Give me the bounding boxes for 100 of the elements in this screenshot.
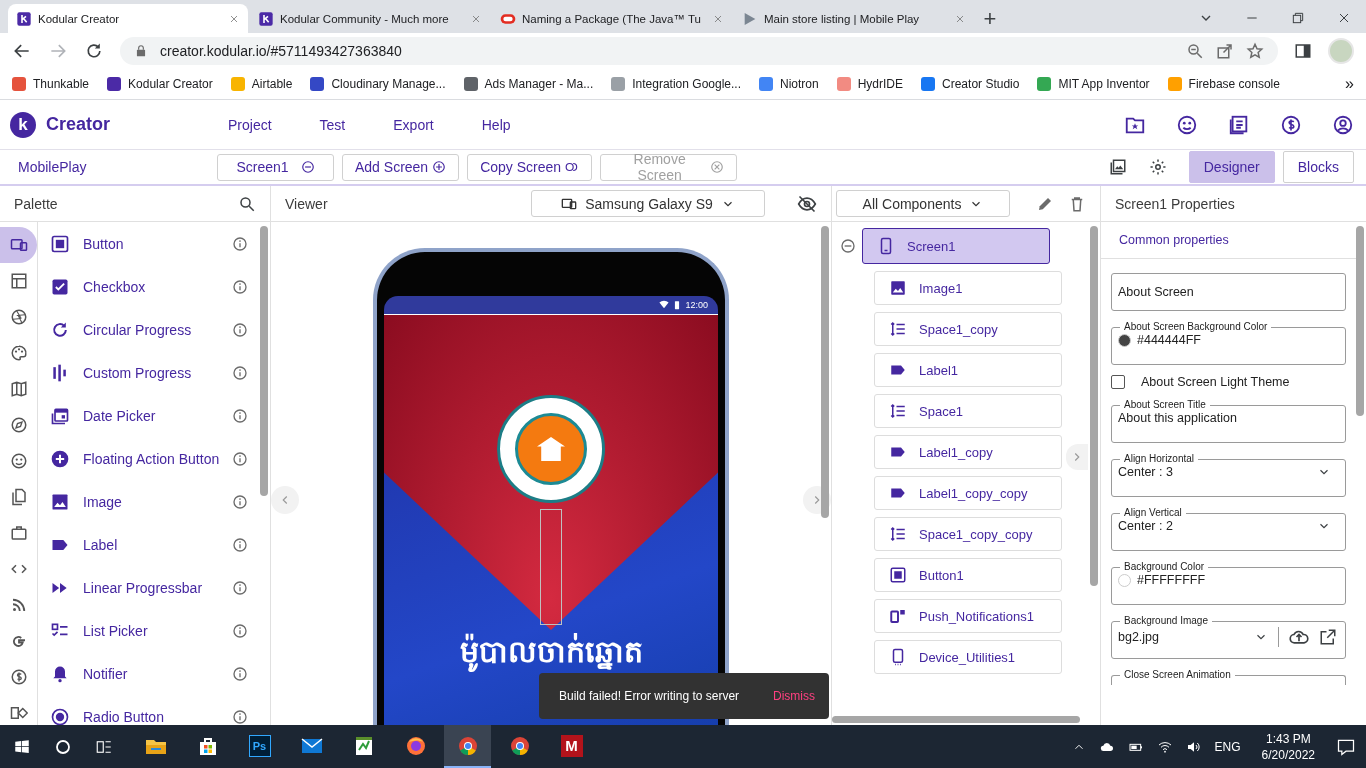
bookmark-link[interactable]: Ads Manager - Ma... — [463, 76, 594, 91]
star-icon[interactable] — [1246, 41, 1264, 60]
tree-item[interactable]: Label1_copy — [874, 435, 1062, 469]
eye-off-icon[interactable] — [797, 193, 817, 214]
device-dropdown[interactable]: Samsung Galaxy S9 — [531, 190, 765, 217]
dollar-icon[interactable] — [1280, 113, 1302, 136]
property-field[interactable]: Close Screen Animation — [1111, 669, 1346, 685]
palette-item[interactable]: Floating Action Button — [83, 450, 220, 467]
palette-item[interactable]: Date Picker — [83, 407, 219, 424]
property-field[interactable]: Align Vertical Center : 2 — [1111, 507, 1346, 551]
collapse-icon[interactable] — [840, 238, 856, 254]
tree-item[interactable]: Space1_copy — [874, 312, 1062, 346]
property-field[interactable]: About Screen Title About this application — [1111, 399, 1346, 443]
menu-item[interactable]: Test — [319, 116, 346, 133]
palette-item[interactable]: Button — [83, 235, 219, 252]
info-icon[interactable] — [232, 407, 248, 424]
browser-tab[interactable]: Naming a Package (The Java™ Tu — [492, 4, 732, 33]
windows-start-icon[interactable] — [13, 737, 31, 756]
bookmark-link[interactable]: Cloudinary Manage... — [310, 76, 446, 91]
mode-tab[interactable]: Designer — [1188, 151, 1275, 183]
palette-item[interactable]: Radio Button — [83, 708, 219, 725]
tree-item[interactable]: Push_Notifications1 — [874, 599, 1062, 633]
bookmark-link[interactable]: Kodular Creator — [107, 76, 213, 91]
taskbar-app[interactable]: Ps — [236, 725, 283, 768]
info-icon[interactable] — [232, 235, 248, 252]
search-icon[interactable] — [238, 194, 256, 213]
tree-item[interactable]: Space1_copy_copy — [874, 517, 1062, 551]
info-icon[interactable] — [232, 364, 248, 381]
info-icon[interactable] — [232, 321, 248, 338]
palette-item[interactable]: Circular Progress — [83, 321, 219, 338]
bookmark-link[interactable]: Creator Studio — [921, 76, 1020, 91]
info-icon[interactable] — [232, 450, 249, 467]
checkbox-label: About Screen Light Theme — [1141, 375, 1290, 389]
plus-circle-icon — [50, 448, 70, 469]
search-icon[interactable] — [54, 737, 72, 756]
browser-tab[interactable]: Kodular Creator — [8, 4, 248, 33]
info-icon[interactable] — [232, 579, 248, 596]
language-indicator[interactable]: ENG — [1214, 739, 1241, 754]
bookmark-link[interactable]: Airtable — [230, 76, 293, 91]
property-field[interactable]: About Screen Background Color #444444FF — [1111, 321, 1346, 365]
tree-item[interactable]: Space1 — [874, 394, 1062, 428]
palette-item[interactable]: Checkbox — [83, 278, 219, 295]
bookmark-link[interactable]: Thunkable — [12, 76, 90, 91]
gallery-icon[interactable] — [1108, 158, 1127, 176]
settings-icon[interactable] — [1148, 158, 1167, 176]
face-icon[interactable] — [1176, 113, 1198, 136]
restore-icon[interactable] — [1290, 10, 1306, 26]
bookmark-link[interactable]: Integration Google... — [611, 76, 741, 91]
screen-action-button[interactable]: Copy Screen — [467, 153, 593, 181]
app-title-text: ម៉ូបាលចាក់ឆ្នោត — [459, 633, 643, 677]
scrollbar[interactable] — [832, 716, 1080, 723]
checkbox[interactable] — [1111, 375, 1125, 389]
dismiss-button[interactable]: Dismiss — [773, 689, 815, 703]
info-icon[interactable] — [232, 278, 248, 295]
menu-item[interactable]: Export — [393, 116, 434, 133]
text-area[interactable]: About Screen — [1111, 273, 1346, 311]
palette-item[interactable]: Label — [83, 536, 219, 553]
menu-item[interactable]: Project — [228, 116, 272, 133]
property-field[interactable]: Background Color #FFFFFFFF — [1111, 561, 1346, 605]
palette-item[interactable]: Image — [83, 493, 219, 510]
address-bar[interactable]: creator.kodular.io/#5711493427363840 — [120, 36, 1278, 65]
tree-item[interactable]: Button1 — [874, 558, 1062, 592]
info-icon[interactable] — [232, 493, 248, 510]
info-icon[interactable] — [232, 622, 248, 639]
browser-tab[interactable]: Kodular Community - Much more — [250, 4, 490, 33]
info-icon[interactable] — [232, 708, 248, 725]
screen-action-button[interactable]: Add Screen — [342, 153, 460, 181]
property-field[interactable]: Background Image bg2.jpg — [1111, 615, 1346, 659]
zoom-out-icon[interactable] — [1186, 41, 1204, 60]
tree-item[interactable]: Label1_copy_copy — [874, 476, 1062, 510]
bookmark-link[interactable]: HydrIDE — [836, 76, 904, 91]
mode-tab[interactable]: Blocks — [1282, 151, 1354, 183]
tree-item[interactable]: Label1 — [874, 353, 1062, 387]
menu-item[interactable]: Help — [481, 116, 511, 133]
category-tab[interactable] — [0, 227, 37, 263]
new-tab-button[interactable]: + — [976, 4, 1004, 33]
browser-tab[interactable]: Main store listing | Mobile Play — [734, 4, 974, 33]
taskbar-app[interactable]: M — [548, 725, 595, 768]
radio-icon — [50, 706, 70, 725]
info-icon[interactable] — [232, 536, 248, 553]
bookmark-link[interactable]: MIT App Inventor — [1037, 76, 1150, 91]
property-field[interactable]: Align Horizontal Center : 3 — [1111, 453, 1346, 497]
tree-item[interactable]: Screen1 — [862, 228, 1050, 264]
bookmark-link[interactable]: Niotron — [759, 76, 819, 91]
tree-item[interactable]: Device_Utilities1 — [874, 640, 1062, 674]
palette-item[interactable]: Custom Progress — [83, 364, 219, 381]
more-bookmarks-button[interactable]: » — [1345, 74, 1354, 93]
palette-item[interactable]: List Picker — [83, 622, 219, 639]
account-icon[interactable] — [1332, 113, 1354, 136]
bookmark-link[interactable]: Firebase console — [1167, 76, 1280, 91]
external-link-icon[interactable] — [1319, 628, 1337, 646]
tree-item[interactable]: Image1 — [874, 271, 1062, 305]
screen-dropdown[interactable]: Screen1 — [217, 153, 334, 181]
side-panel-icon[interactable] — [1294, 41, 1312, 60]
document-icon[interactable] — [1228, 113, 1250, 136]
share-icon[interactable] — [1216, 41, 1234, 60]
info-icon[interactable] — [232, 665, 248, 682]
palette-item[interactable]: Linear Progressbar — [83, 579, 219, 596]
palette-item[interactable]: Notifier — [83, 665, 219, 682]
components-filter-dropdown[interactable]: All Components — [836, 190, 1010, 217]
